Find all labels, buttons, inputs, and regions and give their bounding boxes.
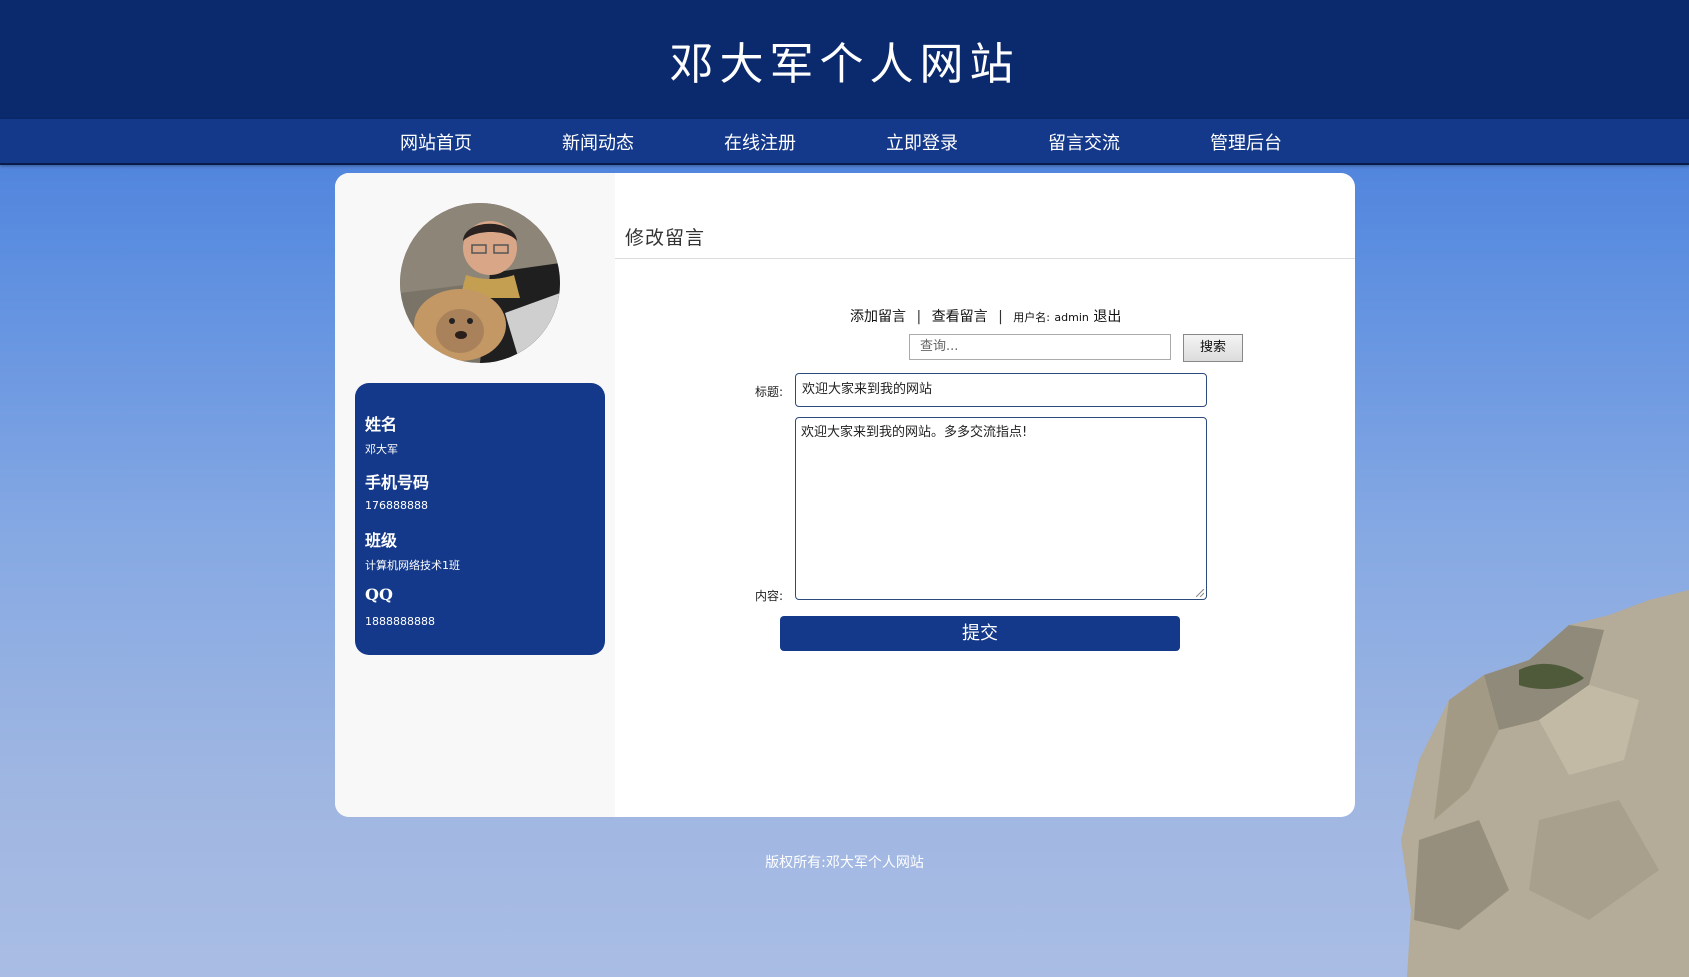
profile-info-box: 姓名 邓大军 手机号码 176888888 班级 计算机网络技术1班 QQ 18…	[355, 383, 605, 655]
profile-class-value: 计算机网络技术1班	[365, 559, 460, 572]
site-title: 邓大军个人网站	[669, 39, 1020, 90]
profile-phone-label: 手机号码	[365, 473, 430, 492]
search-input[interactable]: 查询...	[909, 334, 1171, 360]
title-input[interactable]: 欢迎大家来到我的网站	[795, 373, 1207, 407]
main-panel: 修改留言 添加留言 | 查看留言 | 用户名: admin 退出 查询... 搜…	[615, 185, 1355, 805]
search-button[interactable]: 搜索	[1183, 334, 1243, 362]
site-header: 邓大军个人网站	[0, 0, 1689, 119]
main-nav: 网站首页 新闻动态 在线注册 立即登录 留言交流 管理后台	[0, 119, 1689, 165]
sidebar: 姓名 邓大军 手机号码 176888888 班级 计算机网络技术1班 QQ 18…	[335, 173, 615, 817]
link-separator: |	[998, 309, 1003, 325]
profile-qq-value: 1888888888	[365, 615, 435, 628]
footer-copyright: 版权所有:邓大军个人网站	[765, 855, 924, 871]
resize-handle-icon[interactable]	[1196, 589, 1204, 597]
submit-button[interactable]: 提交	[780, 616, 1180, 651]
nav-item-register[interactable]: 在线注册	[724, 129, 796, 155]
nav-item-news[interactable]: 新闻动态	[562, 129, 634, 155]
section-divider	[615, 258, 1355, 259]
content-card: 姓名 邓大军 手机号码 176888888 班级 计算机网络技术1班 QQ 18…	[335, 173, 1355, 817]
title-label: 标题:	[755, 385, 784, 399]
content-textarea[interactable]: 欢迎大家来到我的网站。多多交流指点!	[795, 417, 1207, 600]
profile-name-value: 邓大军	[365, 443, 398, 456]
add-message-link[interactable]: 添加留言	[850, 309, 906, 325]
message-links: 添加留言 | 查看留言 | 用户名: admin 退出	[850, 306, 1121, 326]
logout-link[interactable]: 退出	[1093, 309, 1121, 325]
view-messages-link[interactable]: 查看留言	[932, 309, 988, 325]
link-separator: |	[916, 309, 922, 325]
cliff-background-image	[1401, 590, 1689, 977]
username-value: admin	[1054, 311, 1089, 324]
avatar	[400, 203, 560, 363]
nav-item-login[interactable]: 立即登录	[886, 129, 958, 155]
profile-phone-value: 176888888	[365, 499, 428, 512]
profile-qq-label: QQ	[365, 585, 393, 604]
content-text: 欢迎大家来到我的网站。多多交流指点!	[801, 425, 1028, 440]
nav-item-admin[interactable]: 管理后台	[1210, 129, 1282, 155]
username-label: 用户名:	[1013, 311, 1050, 324]
search-placeholder: 查询...	[920, 339, 959, 354]
profile-name-label: 姓名	[365, 415, 398, 434]
nav-item-home[interactable]: 网站首页	[400, 129, 472, 155]
content-label: 内容:	[755, 589, 784, 603]
profile-class-label: 班级	[365, 531, 398, 550]
nav-item-messages[interactable]: 留言交流	[1048, 129, 1120, 155]
avatar-photo	[400, 203, 560, 363]
section-title: 修改留言	[625, 227, 706, 249]
